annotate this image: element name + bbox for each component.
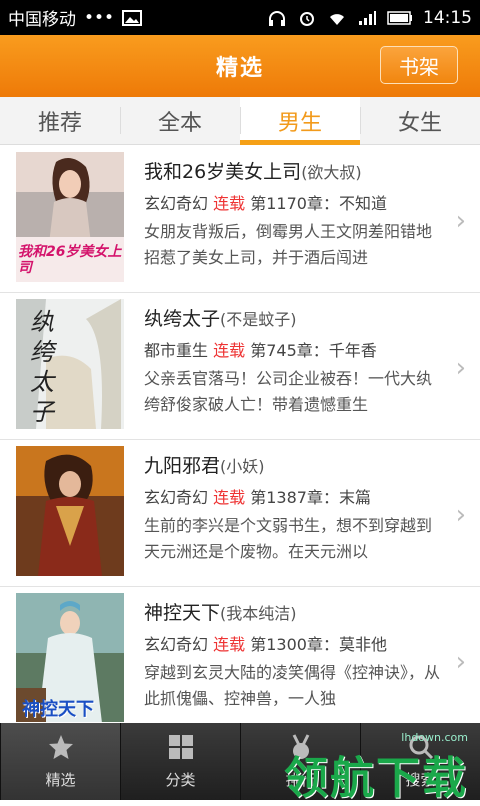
book-author: (小妖) — [220, 457, 265, 476]
latest-chapter: 第1300章：莫非他 — [250, 635, 387, 654]
chevron-right-icon: › — [455, 500, 466, 530]
book-item[interactable]: 九阳邪君(小妖) 玄幻奇幻 连载 第1387章：末篇 生前的李兴是个文弱书生，想… — [0, 440, 480, 587]
status-bar: 中国移动 ••• 14:15 — [0, 0, 480, 35]
nav-featured[interactable]: 精选 — [0, 723, 120, 800]
watermark-text: 领航下载 — [284, 753, 468, 804]
wifi-icon — [330, 13, 344, 25]
book-cover: 纨绔太子 — [16, 299, 124, 429]
book-title: 纨绔太子 — [144, 308, 221, 330]
serial-status: 连载 — [213, 341, 246, 360]
app-header: 精选 书架 — [0, 35, 480, 97]
book-author: (欲大叔) — [301, 163, 362, 182]
book-item[interactable]: 纨绔太子 纨绔太子(不是蚊子) 都市重生 连载 第745章：千年香 父亲丢官落马… — [0, 293, 480, 440]
tab-male[interactable]: 男生 — [240, 97, 360, 145]
book-genre: 玄幻奇幻 — [144, 488, 209, 507]
book-author: (不是蚊子) — [220, 310, 297, 329]
notification-dots: ••• — [84, 7, 115, 28]
page-title: 精选 — [215, 56, 264, 81]
clock-label: 14:15 — [423, 7, 472, 28]
latest-chapter: 第1170章：不知道 — [250, 194, 387, 213]
serial-status: 连载 — [213, 194, 246, 213]
book-genre: 玄幻奇幻 — [144, 194, 209, 213]
chevron-right-icon: › — [455, 353, 466, 383]
latest-chapter: 第1387章：末篇 — [250, 488, 371, 507]
tab-recommend[interactable]: 推荐 — [0, 97, 120, 144]
book-cover — [16, 446, 124, 576]
book-genre: 玄幻奇幻 — [144, 635, 209, 654]
book-genre: 都市重生 — [144, 341, 209, 360]
book-description: 穿越到玄灵大陆的凌笑偶得《控神诀》，从此抓傀儡、控神兽，一人独 — [144, 663, 441, 708]
book-cover: 神控天下 — [16, 593, 124, 722]
book-list: 我和26岁美女上司 我和26岁美女上司(欲大叔) 玄幻奇幻 连载 第1170章：… — [0, 146, 480, 722]
book-title: 九阳邪君 — [144, 455, 221, 477]
book-item[interactable]: 神控天下 神控天下(我本纯洁) 玄幻奇幻 连载 第1300章：莫非他 穿越到玄灵… — [0, 587, 480, 722]
cover-title-text: 纨绔太子 — [30, 308, 54, 426]
nav-label: 分类 — [165, 771, 196, 789]
headphones-icon — [269, 10, 285, 26]
book-title: 我和26岁美女上司 — [144, 161, 302, 183]
bookshelf-button[interactable]: 书架 — [380, 46, 458, 84]
star-icon — [48, 735, 73, 759]
battery-icon — [387, 10, 412, 25]
grid-icon — [168, 735, 193, 759]
serial-status: 连载 — [213, 635, 246, 654]
book-author: (我本纯洁) — [220, 604, 297, 623]
carrier-label: 中国移动 — [8, 10, 76, 30]
cover-title-text: 神控天下 — [22, 699, 94, 720]
tab-female[interactable]: 女生 — [360, 97, 480, 144]
serial-status: 连载 — [213, 488, 246, 507]
chevron-right-icon: › — [455, 647, 466, 677]
book-title: 神控天下 — [144, 602, 221, 624]
tab-complete[interactable]: 全本 — [120, 97, 240, 144]
image-notification-icon — [122, 9, 143, 26]
latest-chapter: 第745章：千年香 — [250, 341, 377, 360]
signal-icon — [359, 10, 376, 25]
book-description: 生前的李兴是个文弱书生，想不到穿越到天元洲还是个废物。在天元洲以 — [144, 516, 433, 561]
cover-title-text: 我和26岁美女上司 — [18, 244, 122, 276]
nav-label: 精选 — [45, 771, 76, 789]
book-description: 女朋友背叛后，倒霉男人王文阴差阳错地招惹了美女上司，并于酒后闯进 — [144, 222, 433, 267]
chevron-right-icon: › — [455, 206, 466, 236]
nav-category[interactable]: 分类 — [120, 723, 240, 800]
book-item[interactable]: 我和26岁美女上司 我和26岁美女上司(欲大叔) 玄幻奇幻 连载 第1170章：… — [0, 146, 480, 293]
alarm-icon — [300, 11, 314, 26]
book-description: 父亲丢官落马！公司企业被吞！一代大纨绔舒俊家破人亡！带着遗憾重生 — [144, 369, 433, 414]
category-tabs: 推荐 全本 男生 女生 — [0, 97, 480, 145]
book-cover: 我和26岁美女上司 — [16, 152, 124, 282]
